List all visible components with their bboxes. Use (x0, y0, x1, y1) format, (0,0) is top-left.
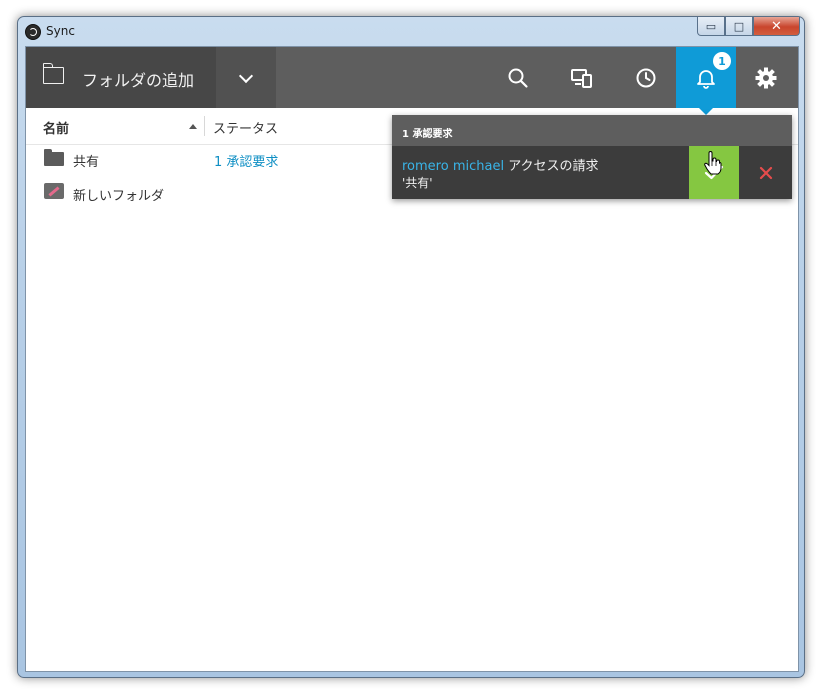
request-folder-name: '共有' (402, 176, 433, 190)
hand-cursor-icon (704, 151, 722, 175)
history-clock-icon (636, 68, 656, 87)
notification-count-badge: 1 (713, 52, 731, 70)
history-button[interactable] (616, 47, 676, 108)
window-title: Sync (46, 24, 75, 38)
add-folder-label: フォルダの追加 (82, 71, 195, 90)
bell-icon (697, 69, 715, 89)
add-folder-button[interactable]: フォルダの追加 (26, 47, 216, 108)
folder-name: 共有 (73, 155, 100, 170)
settings-button[interactable] (736, 47, 796, 108)
name-column-header[interactable]: 名前 (43, 118, 69, 137)
close-icon (759, 166, 772, 179)
toolbar: フォルダの追加 1 (26, 47, 798, 108)
close-button[interactable]: ✕ (753, 17, 800, 36)
request-action-text: アクセスの請求 (508, 159, 599, 174)
chevron-down-icon (238, 68, 254, 83)
notification-popup: 1 承認要求 romero michael アクセスの請求 '共有' (392, 115, 792, 199)
devices-button[interactable] (552, 47, 612, 108)
minimize-button[interactable]: ▭ (697, 17, 725, 36)
search-button[interactable] (488, 47, 548, 108)
column-divider[interactable] (204, 116, 205, 136)
folder-name: 新しいフォルダ (73, 189, 165, 204)
sort-ascending-icon[interactable] (189, 124, 197, 129)
title-bar[interactable]: Sync ▭ □ ✕ (18, 17, 804, 46)
add-folder-dropdown-button[interactable] (216, 47, 276, 108)
window-controls: ▭ □ ✕ (697, 17, 800, 37)
folder-icon (44, 149, 64, 166)
folder-icon (42, 63, 64, 84)
app-logo-icon (25, 24, 41, 40)
devices-icon (571, 68, 592, 88)
search-icon (508, 68, 528, 88)
reject-request-button[interactable] (739, 146, 792, 199)
request-message: romero michael アクセスの請求 (402, 155, 599, 174)
folder-status-link[interactable]: 1 承認要求 (214, 151, 278, 170)
maximize-button[interactable]: □ (725, 17, 753, 36)
app-window: Sync ▭ □ ✕ フォルダの追加 1 名前 ステータス 共有 1 承認要求 … (17, 16, 805, 678)
requesting-user-link[interactable]: romero michael (402, 159, 504, 174)
gear-icon (755, 67, 777, 88)
popup-header: 1 承認要求 (392, 115, 792, 146)
status-column-header[interactable]: ステータス (213, 118, 278, 137)
folder-edit-icon (44, 183, 64, 199)
notifications-button[interactable]: 1 (676, 47, 736, 108)
client-area: フォルダの追加 1 名前 ステータス 共有 1 承認要求 新しいフォルダ 1 承… (25, 46, 799, 672)
popup-header-text: 1 承認要求 (402, 129, 453, 140)
